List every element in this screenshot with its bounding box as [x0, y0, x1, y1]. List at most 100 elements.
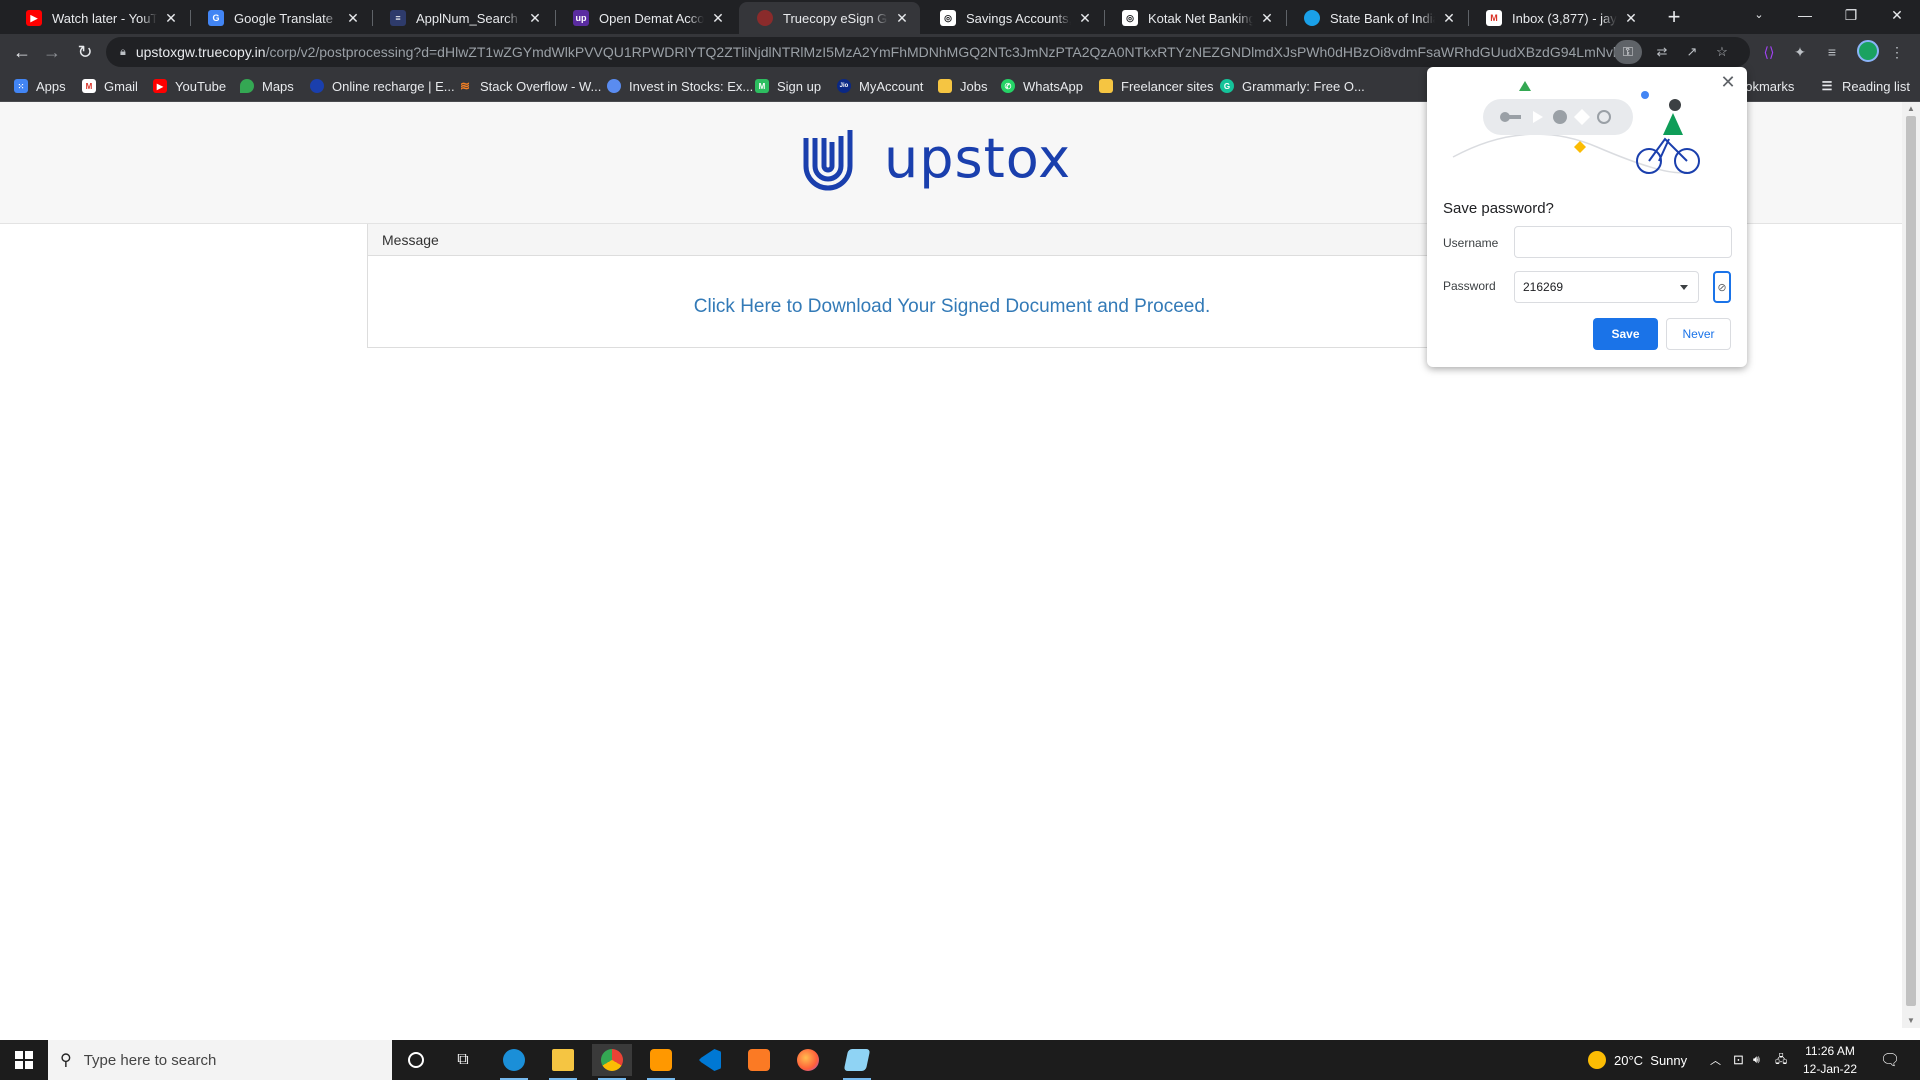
translate-icon[interactable]: ⇄ [1650, 40, 1674, 64]
bookmark-folder-jobs[interactable]: Jobs [938, 76, 987, 96]
bookmark-grammarly[interactable]: G Grammarly: Free O... [1220, 76, 1365, 96]
bookmark-label: Grammarly: Free O... [1242, 78, 1365, 94]
close-tab-icon[interactable]: ✕ [527, 10, 543, 27]
tab-kotak-net-banking[interactable]: ◎ Kotak Net Banking ✕ [1104, 2, 1285, 34]
bookmark-invest-in-stocks[interactable]: Invest in Stocks: Ex... [607, 76, 753, 96]
new-tab-button[interactable]: + [1662, 4, 1686, 30]
bookmark-label: MyAccount [859, 78, 924, 94]
taskbar-file-explorer[interactable] [543, 1044, 583, 1080]
scroll-down-icon[interactable]: ▼ [1902, 1014, 1920, 1028]
puzzle-extensions-icon[interactable]: ✦ [1788, 40, 1812, 64]
tab-google-translate[interactable]: G Google Translate ✕ [190, 2, 371, 34]
key-icon[interactable]: ⚿ [1614, 40, 1642, 64]
tab-truecopy-esign[interactable]: Truecopy eSign Gatew ✕ [739, 2, 920, 34]
close-tab-icon[interactable]: ✕ [1259, 10, 1275, 27]
download-signed-document-link[interactable]: Click Here to Download Your Signed Docum… [368, 296, 1536, 318]
username-field[interactable] [1514, 226, 1732, 258]
tab-open-demat-account[interactable]: up Open Demat Account ✕ [555, 2, 736, 34]
bookmark-myaccount[interactable]: Jio MyAccount [837, 76, 923, 96]
bookmark-star-icon[interactable]: ☆ [1710, 40, 1734, 64]
bookmark-apps[interactable]: ⁙ Apps [14, 76, 66, 96]
save-button[interactable]: Save [1593, 318, 1658, 350]
taskbar-search[interactable]: ⚲ Type here to search [48, 1040, 392, 1080]
address-bar[interactable]: 🔒︎ upstoxgw.truecopy.in/corp/v2/postproc… [106, 37, 1750, 67]
close-tab-icon[interactable]: ✕ [710, 10, 726, 27]
bookmark-folder-freelancer-sites[interactable]: Freelancer sites [1099, 76, 1213, 96]
reading-list-icon: ☰ [1821, 79, 1833, 93]
scrollbar-thumb[interactable] [1906, 116, 1916, 1006]
reload-icon[interactable]: ↻ [71, 38, 99, 66]
taskbar-firefox[interactable] [788, 1044, 828, 1076]
whatsapp-icon: ✆ [1001, 79, 1015, 93]
bookmark-sign-up[interactable]: M Sign up [755, 76, 821, 96]
close-tab-icon[interactable]: ✕ [894, 10, 910, 27]
username-label: Username [1443, 236, 1499, 250]
start-button[interactable] [0, 1040, 48, 1080]
password-label: Password [1443, 279, 1496, 293]
extension-icon[interactable]: ⟨⟩ [1757, 40, 1781, 64]
close-tab-icon[interactable]: ✕ [163, 10, 179, 27]
stack-overflow-icon: ≋ [459, 79, 471, 93]
notifications-icon[interactable]: 🗨︎ [1880, 1040, 1900, 1080]
scroll-up-icon[interactable]: ▲ [1902, 102, 1920, 116]
tab-search-icon[interactable]: ⌄ [1736, 0, 1782, 30]
taskbar-sublime-text[interactable] [641, 1044, 681, 1080]
taskbar-notepad[interactable] [837, 1044, 877, 1080]
taskbar-edge[interactable] [494, 1044, 534, 1080]
never-button[interactable]: Never [1666, 318, 1731, 350]
tab-watch-later[interactable]: ▶ Watch later - YouTube ✕ [8, 2, 189, 34]
kotak-favicon-icon: ◎ [1122, 10, 1138, 26]
password-select[interactable]: 216269 [1514, 271, 1699, 303]
maps-pin-icon [240, 79, 254, 93]
message-panel: Message Click Here to Download Your Sign… [367, 224, 1537, 348]
close-tab-icon[interactable]: ✕ [345, 10, 361, 27]
forward-icon[interactable]: → [38, 38, 66, 66]
menu-more-icon[interactable]: ⋮ [1885, 40, 1909, 64]
bookmark-whatsapp[interactable]: ✆ WhatsApp [1001, 76, 1083, 96]
system-clock[interactable]: 11:26 AM 12-Jan-22 [1795, 1042, 1865, 1078]
close-tab-icon[interactable]: ✕ [1077, 10, 1093, 27]
reading-list-button[interactable]: ☰ Reading list [1820, 76, 1910, 96]
bookmark-maps[interactable]: Maps [240, 76, 294, 96]
tab-applnum-search[interactable]: ≡ ApplNum_Search ✕ [372, 2, 553, 34]
upstox-favicon-icon: up [573, 10, 589, 26]
close-icon[interactable]: ✕ [1874, 0, 1920, 30]
show-hidden-icons-icon[interactable]: ︿ [1710, 1040, 1721, 1080]
close-tab-icon[interactable]: ✕ [1441, 10, 1457, 27]
sbi-favicon-icon [1304, 10, 1320, 26]
lock-icon[interactable]: 🔒︎ [120, 46, 126, 59]
upstox-logo[interactable]: upstox [802, 118, 1071, 198]
tab-state-bank-of-india[interactable]: State Bank of India ✕ [1286, 2, 1467, 34]
applnum-favicon-icon: ≡ [390, 10, 406, 26]
weather-text: 20°C Sunny [1614, 1052, 1688, 1068]
bookmark-stack-overflow[interactable]: ≋ Stack Overflow - W... [458, 76, 601, 96]
tab-savings-accounts[interactable]: ◎ Savings Accounts, Per ✕ [922, 2, 1103, 34]
task-view-button[interactable]: ⧉ [443, 1044, 483, 1076]
share-icon[interactable]: ↗ [1680, 40, 1704, 64]
eye-slash-icon[interactable]: ⊘ [1713, 271, 1731, 303]
media-controls-icon[interactable]: ≡ [1820, 40, 1844, 64]
bookmark-gmail[interactable]: M Gmail [82, 76, 138, 96]
restore-icon[interactable]: ❐ [1828, 0, 1874, 30]
profile-avatar[interactable] [1857, 40, 1879, 62]
bookmark-online-recharge[interactable]: Online recharge | E... [310, 76, 455, 96]
network-icon[interactable]: 🖧︎ [1775, 1040, 1787, 1080]
taskbar-xampp[interactable] [739, 1044, 779, 1076]
tab-title: Open Demat Account [599, 10, 704, 26]
taskbar-chrome[interactable] [592, 1044, 632, 1080]
weather-widget[interactable]: 20°C Sunny [1588, 1040, 1687, 1080]
page-scrollbar[interactable]: ▲ ▼ [1902, 102, 1920, 1028]
close-tab-icon[interactable]: ✕ [1623, 10, 1639, 27]
url-text[interactable]: upstoxgw.truecopy.in/corp/v2/postprocess… [136, 44, 1616, 60]
bookmark-youtube[interactable]: ▶ YouTube [153, 76, 226, 96]
meet-now-icon[interactable]: ⊡ [1733, 1040, 1744, 1080]
youtube-icon: ▶ [153, 79, 167, 93]
minimize-icon[interactable]: — [1782, 0, 1828, 30]
url-host: upstoxgw.truecopy.in [135, 44, 266, 60]
tab-gmail-inbox[interactable]: M Inbox (3,877) - jaydee ✕ [1468, 2, 1649, 34]
clock-date: 12-Jan-22 [1802, 1062, 1858, 1076]
volume-icon[interactable]: 🔊︎ [1753, 1040, 1760, 1080]
back-icon[interactable]: ← [8, 38, 36, 66]
cortana-button[interactable] [396, 1044, 436, 1076]
taskbar-vscode[interactable] [690, 1044, 730, 1076]
